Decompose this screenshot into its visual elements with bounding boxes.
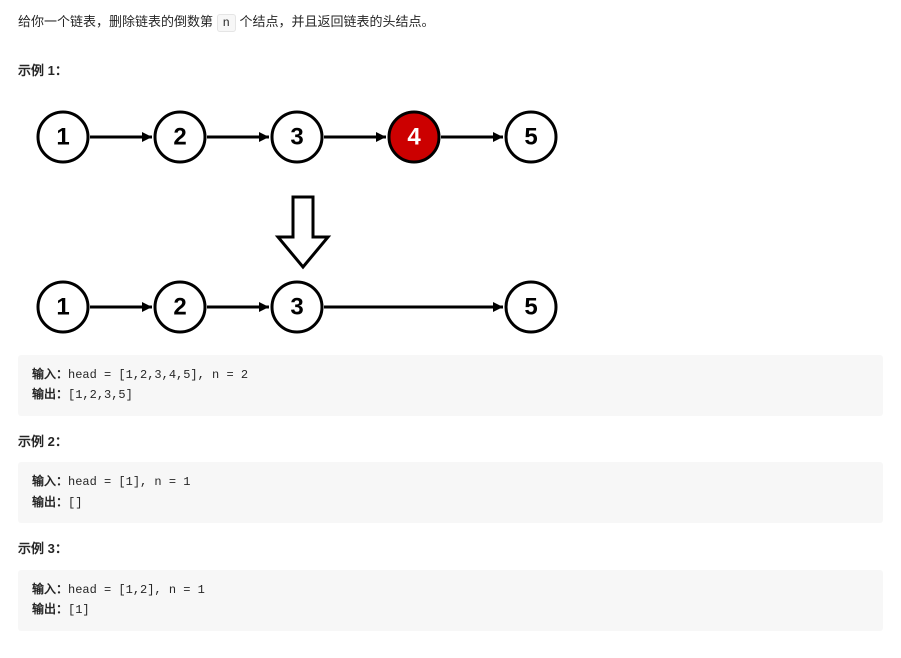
- down-arrow-icon: [278, 197, 328, 267]
- intro-pre: 给你一个链表，删除链表的倒数第: [18, 14, 217, 29]
- intro-post: 个结点，并且返回链表的头结点。: [236, 14, 435, 29]
- output-value: [1,2,3,5]: [68, 388, 133, 402]
- example1-code: 输入：head = [1,2,3,4,5], n = 2 输出：[1,2,3,5…: [18, 355, 883, 416]
- example2-title: 示例 2：: [18, 432, 883, 453]
- bot-node-3-label: 3: [290, 293, 303, 320]
- top-node-2-label: 2: [173, 123, 186, 150]
- top-node-5-label: 5: [524, 123, 537, 150]
- example1-title: 示例 1：: [18, 61, 883, 82]
- input-value: head = [1,2], n = 1: [68, 583, 205, 597]
- input-value: head = [1,2,3,4,5], n = 2: [68, 368, 248, 382]
- example2-code: 输入：head = [1], n = 1 输出：[]: [18, 462, 883, 523]
- input-label: 输入：: [32, 368, 68, 382]
- input-label: 输入：: [32, 583, 68, 597]
- top-node-3-label: 3: [290, 123, 303, 150]
- problem-intro: 给你一个链表，删除链表的倒数第 n 个结点，并且返回链表的头结点。: [18, 12, 883, 33]
- intro-code: n: [217, 14, 236, 32]
- output-label: 输出：: [32, 496, 68, 510]
- linked-list-diagram: 1 2 3 4 5 1 2 3 5: [18, 92, 883, 347]
- example3-title: 示例 3：: [18, 539, 883, 560]
- output-value: [1]: [68, 603, 90, 617]
- top-node-1-label: 1: [56, 123, 69, 150]
- output-value: []: [68, 496, 82, 510]
- output-label: 输出：: [32, 603, 68, 617]
- input-value: head = [1], n = 1: [68, 475, 190, 489]
- bot-node-2-label: 2: [173, 293, 186, 320]
- bot-node-1-label: 1: [56, 293, 69, 320]
- bot-node-5-label: 5: [524, 293, 537, 320]
- output-label: 输出：: [32, 388, 68, 402]
- example3-code: 输入：head = [1,2], n = 1 输出：[1]: [18, 570, 883, 631]
- input-label: 输入：: [32, 475, 68, 489]
- top-node-4-label: 4: [407, 123, 421, 150]
